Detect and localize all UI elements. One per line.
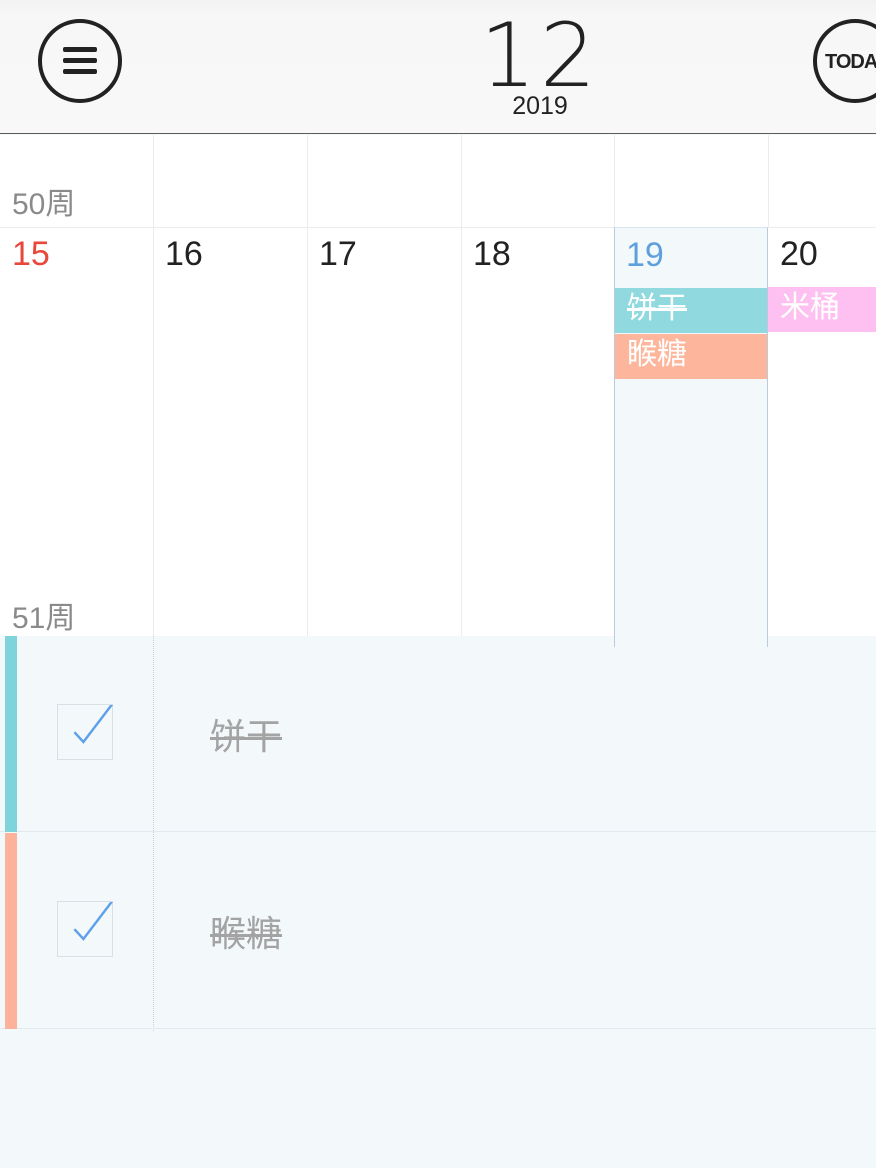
calendar-event[interactable]: 饼干 (615, 288, 767, 333)
task-color-strip (5, 833, 17, 1029)
week-label-51: 51周 (12, 602, 76, 635)
calendar-event[interactable]: 睺糖 (615, 334, 767, 379)
grid-line (461, 135, 462, 636)
grid-line (614, 135, 615, 227)
header-bar: 12 2019 TODA (0, 0, 876, 134)
day-number: 18 (473, 235, 511, 273)
day-cell-18[interactable]: 18 (461, 227, 614, 636)
day-number: 16 (165, 235, 203, 273)
grid-line (768, 135, 769, 227)
previous-week-row: 50周 (0, 135, 876, 227)
grid-line (307, 135, 308, 636)
day-number: 19 (626, 236, 664, 274)
task-checkbox[interactable] (57, 703, 114, 760)
week-label-50: 50周 (12, 188, 76, 221)
grid-line (153, 135, 154, 636)
calendar-event[interactable]: 米桶 (768, 287, 876, 332)
today-button-label: TODA (825, 51, 876, 73)
day-number: 15 (12, 235, 50, 273)
day-cell-17[interactable]: 17 (307, 227, 461, 636)
day-cell-16[interactable]: 16 (153, 227, 307, 636)
year-label: 2019 (512, 92, 568, 120)
day-number: 20 (780, 235, 818, 273)
task-item[interactable]: 饼干 (0, 636, 876, 832)
month-number: 12 (480, 4, 600, 107)
task-checkbox[interactable] (57, 900, 114, 957)
task-title: 睺糖 (210, 914, 283, 955)
day-cell-19-selected[interactable]: 19 饼干 睺糖 (614, 227, 768, 647)
day-cell-20[interactable]: 20 米桶 (768, 227, 876, 636)
checkmark-icon (73, 900, 114, 941)
task-item[interactable]: 睺糖 (0, 833, 876, 1029)
task-list: 饼干 睺糖 (0, 636, 876, 1168)
day-number: 17 (319, 235, 357, 273)
day-cell-15[interactable]: 15 (0, 227, 153, 636)
task-color-strip (5, 636, 17, 832)
task-title: 饼干 (210, 717, 283, 758)
checkmark-icon (73, 703, 114, 744)
